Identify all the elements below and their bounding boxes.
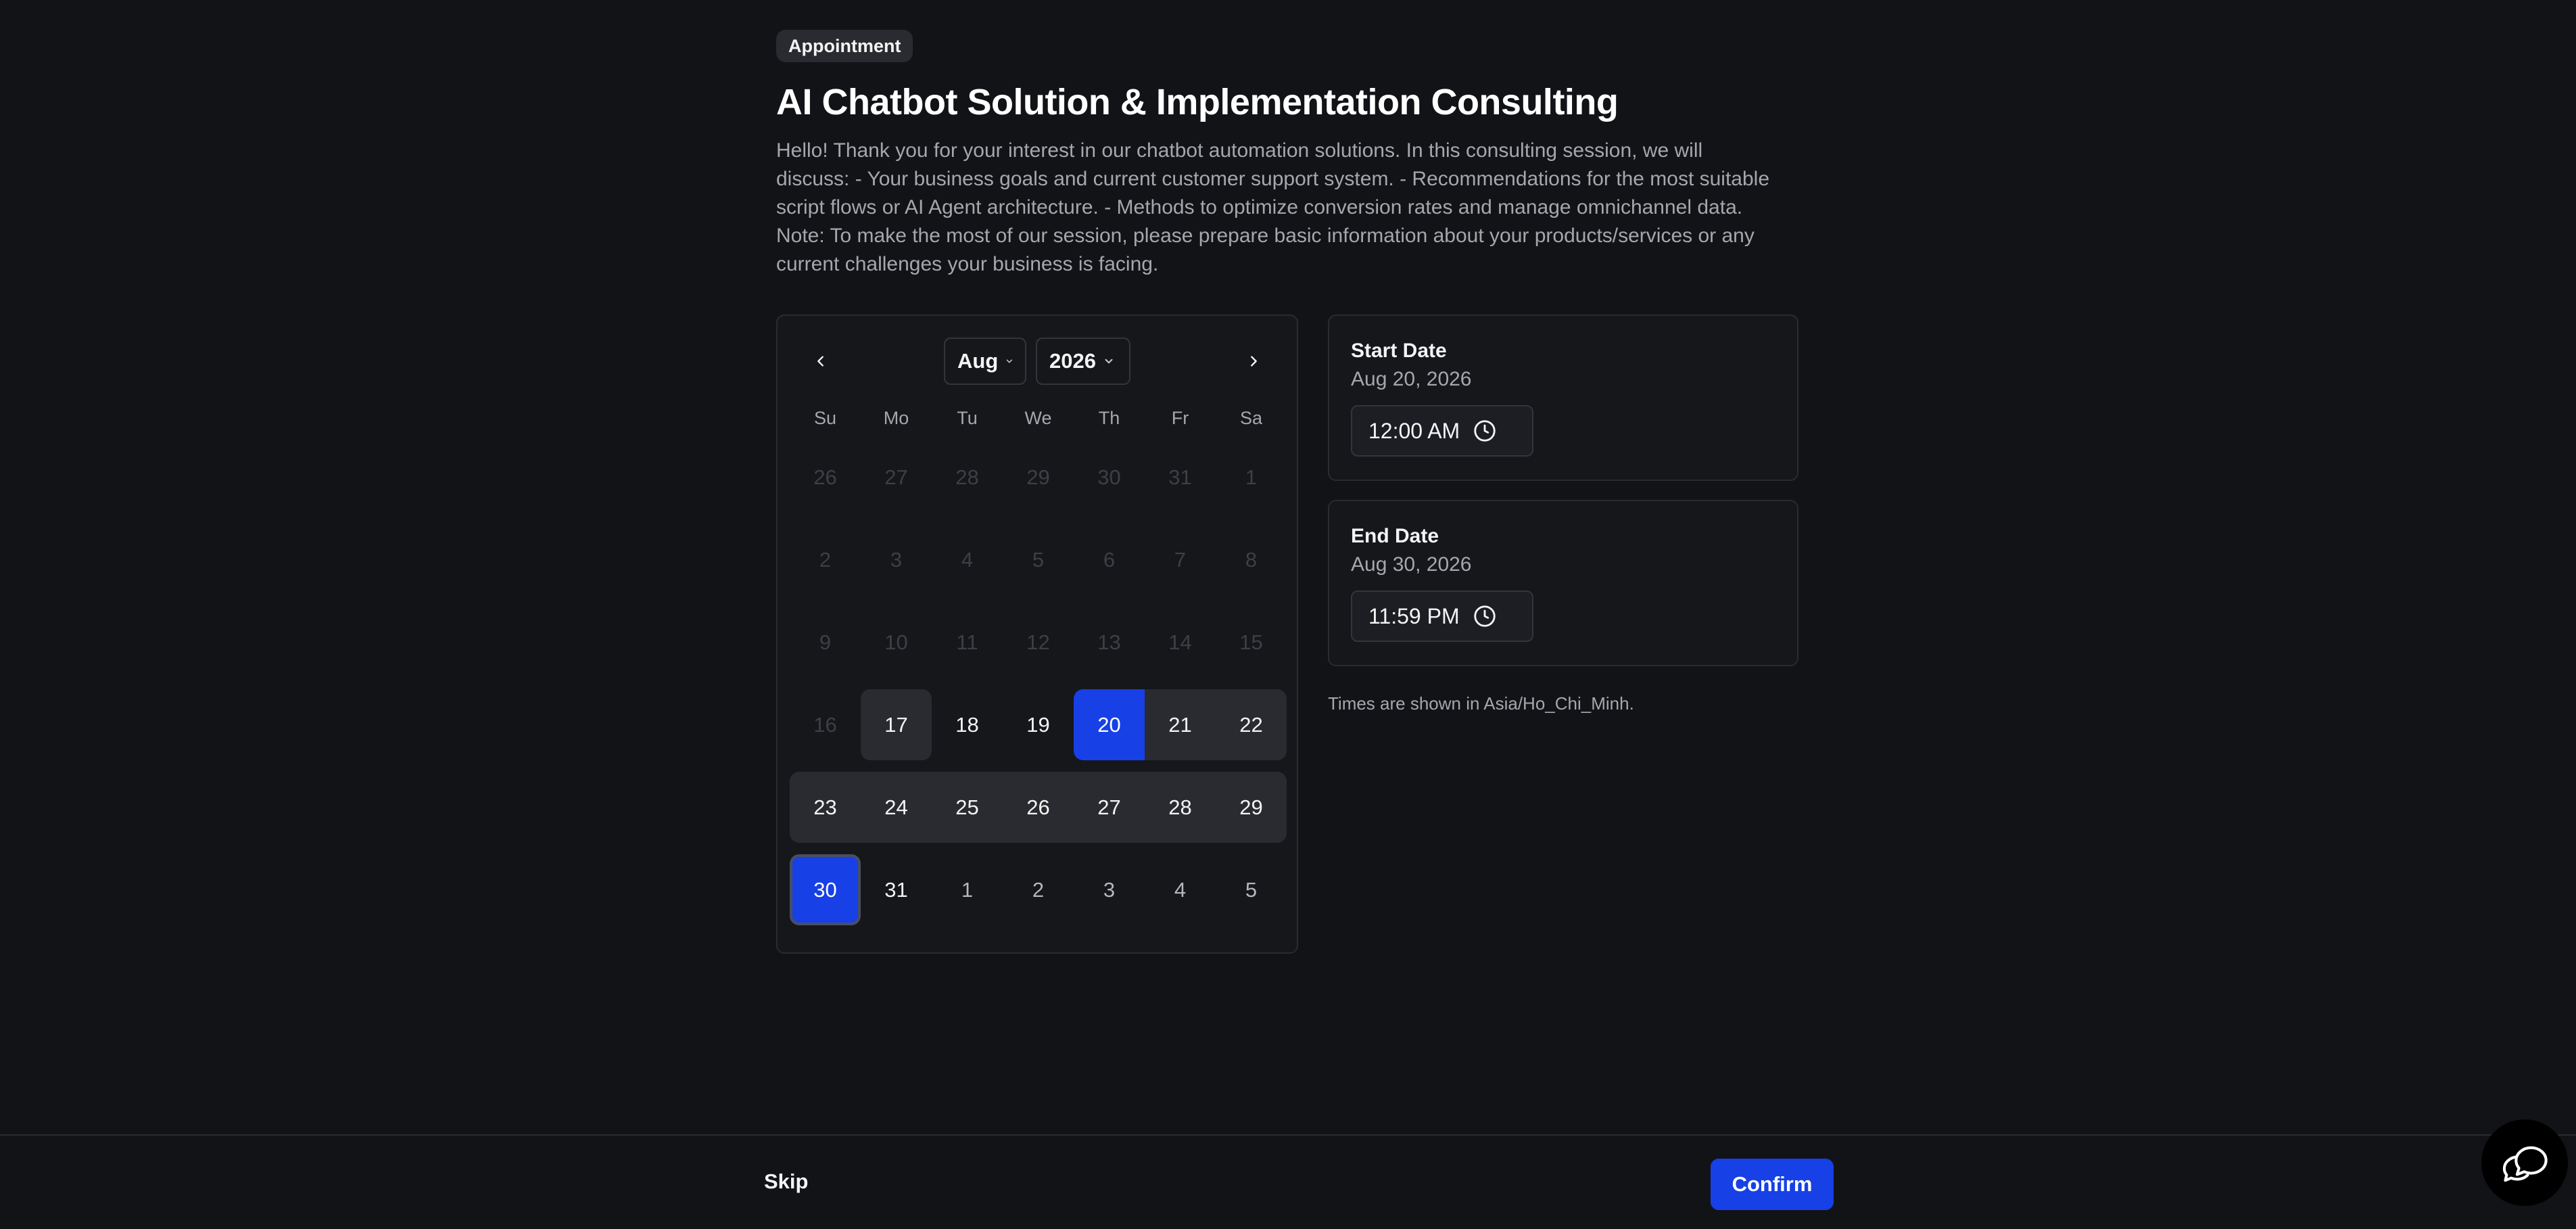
weekday-label: Fr [1171, 408, 1189, 428]
calendar-day-in-range[interactable]: 29 [1216, 772, 1287, 843]
calendar-grid: 26 27 28 29 30 31 1 2 3 4 5 6 7 8 9 10 1… [790, 442, 1287, 925]
end-date-value: Aug 30, 2026 [1351, 553, 1472, 576]
chat-widget-button[interactable] [2481, 1119, 2568, 1206]
weekday-label: Mo [883, 408, 909, 428]
calendar-day-in-range[interactable]: 21 [1145, 689, 1216, 760]
calendar-week: 23 24 25 26 27 28 29 [790, 772, 1287, 843]
calendar-day-disabled: 30 [1097, 465, 1121, 489]
previous-month-button[interactable] [805, 345, 837, 377]
clock-icon [1473, 605, 1496, 627]
calendar-day-today[interactable]: 17 [861, 689, 932, 760]
month-select[interactable]: Aug [944, 338, 1026, 385]
end-date-label: End Date [1351, 525, 1439, 547]
timezone-note: Times are shown in Asia/Ho_Chi_Minh. [1328, 693, 1634, 714]
year-select[interactable]: 2026 [1036, 338, 1130, 385]
page-title: AI Chatbot Solution & Implementation Con… [776, 82, 1619, 122]
weekday-header: Su Mo Tu We Th Fr Sa [790, 401, 1285, 435]
calendar-day-disabled: 16 [813, 712, 837, 737]
clock-icon [1474, 420, 1496, 442]
end-time-input[interactable]: 11:59 PM [1351, 590, 1533, 642]
chevron-right-icon [1251, 356, 1257, 367]
calendar-week: 26 27 28 29 30 31 1 [790, 442, 1285, 513]
calendar-week: 30 31 1 2 3 4 5 [790, 854, 1285, 925]
calendar-day-range-end[interactable]: 30 [790, 854, 861, 925]
calendar-day-in-range[interactable]: 24 [861, 772, 932, 843]
calendar-day-next-month[interactable]: 4 [1145, 854, 1216, 925]
weekday-label: Th [1098, 408, 1120, 428]
start-time-input[interactable]: 12:00 AM [1351, 405, 1533, 457]
start-date-card: Start Date Aug 20, 2026 12:00 AM [1328, 315, 1798, 481]
calendar-day-disabled: 10 [884, 630, 908, 654]
calendar-day-in-range[interactable]: 26 [1003, 772, 1074, 843]
calendar-day-range-start[interactable]: 20 [1074, 689, 1145, 760]
appointment-page: Appointment AI Chatbot Solution & Implem… [776, 30, 1798, 954]
end-date-card: End Date Aug 30, 2026 11:59 PM [1328, 500, 1798, 666]
calendar-day-next-month[interactable]: 1 [932, 854, 1003, 925]
weekday-label: Su [813, 408, 837, 428]
calendar-day-in-range[interactable]: 28 [1145, 772, 1216, 843]
end-time-value: 11:59 PM [1368, 603, 1460, 628]
calendar-day[interactable]: 19 [1003, 689, 1074, 760]
start-date-value: Aug 20, 2026 [1351, 368, 1472, 390]
calendar-day-in-range[interactable]: 25 [932, 772, 1003, 843]
month-select-value: Aug [957, 349, 999, 373]
calendar-week: 16 17 18 19 20 21 22 [790, 689, 1287, 760]
calendar-day-in-range[interactable]: 27 [1074, 772, 1145, 843]
calendar-day-disabled: 15 [1239, 630, 1263, 654]
calendar-day-disabled: 3 [890, 547, 903, 572]
weekday-label: Sa [1239, 408, 1263, 428]
calendar-day-disabled: 14 [1168, 630, 1192, 654]
calendar-day-in-range[interactable]: 22 [1216, 689, 1287, 760]
calendar-day[interactable]: 31 [861, 854, 932, 925]
calendar-day-disabled: 6 [1103, 547, 1116, 572]
start-time-value: 12:00 AM [1368, 418, 1460, 443]
calendar-day-next-month[interactable]: 3 [1074, 854, 1145, 925]
weekday-label: Tu [957, 408, 978, 428]
appointment-badge: Appointment [776, 30, 913, 62]
calendar-day-disabled: 8 [1245, 547, 1258, 572]
start-date-label: Start Date [1351, 340, 1447, 362]
calendar-day-disabled: 5 [1032, 547, 1045, 572]
calendar-day-next-month[interactable]: 2 [1003, 854, 1074, 925]
calendar-day-disabled: 28 [955, 465, 979, 489]
calendar-day-disabled: 31 [1168, 465, 1192, 489]
calendar-day-disabled: 4 [961, 547, 974, 572]
calendar-day-disabled: 13 [1097, 630, 1121, 654]
calendar-day-disabled: 11 [956, 630, 978, 654]
skip-button[interactable]: Skip [764, 1169, 808, 1194]
calendar-day-disabled: 29 [1026, 465, 1050, 489]
calendar-day-disabled: 27 [884, 465, 908, 489]
calendar-day-disabled: 26 [813, 465, 837, 489]
chat-bubbles-icon [2502, 1146, 2548, 1182]
calendar-day-disabled: 7 [1174, 547, 1187, 572]
weekday-label: We [1024, 408, 1052, 428]
calendar-day-disabled: 2 [819, 547, 832, 572]
footer-bar: Skip Confirm [0, 1134, 2576, 1229]
next-month-button[interactable] [1237, 345, 1270, 377]
year-select-value: 2026 [1049, 349, 1096, 373]
chevron-down-icon [1105, 358, 1113, 364]
calendar-day-disabled: 12 [1026, 630, 1050, 654]
calendar-week: 9 10 11 12 13 14 15 [790, 607, 1285, 678]
calendar-day-in-range[interactable]: 23 [790, 772, 861, 843]
confirm-button[interactable]: Confirm [1711, 1159, 1834, 1210]
calendar-day-disabled: 1 [1245, 465, 1258, 489]
chevron-down-icon [1006, 359, 1013, 363]
date-picker-calendar: Aug 2026 Su Mo Tu We Th Fr Sa 26 27 28 2… [776, 315, 1298, 954]
page-description: Hello! Thank you for your interest in ou… [776, 139, 1770, 275]
calendar-week: 2 3 4 5 6 7 8 [790, 524, 1285, 595]
calendar-day-next-month[interactable]: 5 [1216, 854, 1287, 925]
calendar-day-disabled: 9 [819, 630, 832, 654]
chevron-left-icon [817, 356, 824, 367]
calendar-day[interactable]: 18 [932, 689, 1003, 760]
